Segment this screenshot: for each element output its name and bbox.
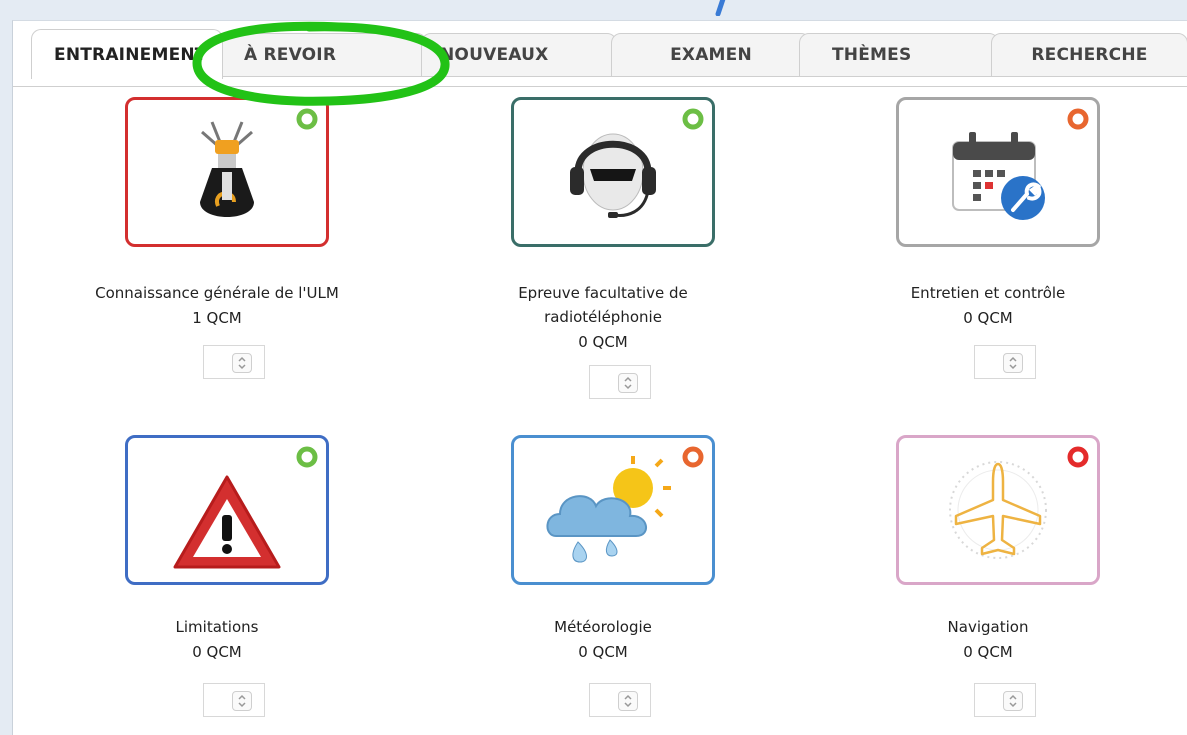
category-qcm-count: 0 QCM — [578, 333, 628, 351]
tab-themes[interactable]: THÈMES — [799, 33, 999, 77]
status-green-icon — [682, 108, 704, 130]
tab-label: ENTRAINEMENT — [54, 44, 207, 65]
tab-label: THÈMES — [832, 45, 912, 65]
category-title-line2: radiotéléphonie — [544, 308, 662, 326]
status-green-icon — [296, 108, 318, 130]
spinner-arrows-icon[interactable] — [232, 353, 252, 373]
headset-pilot-icon — [570, 133, 656, 218]
tab-entrainement[interactable]: ENTRAINEMENT — [31, 29, 223, 79]
category-qcm-count: 1 QCM — [192, 309, 242, 327]
category-tile[interactable] — [896, 97, 1100, 247]
engine-icon — [200, 121, 254, 217]
weather-icon — [546, 456, 671, 563]
category-qcm-count: 0 QCM — [963, 309, 1013, 327]
spinner-arrows-icon[interactable] — [618, 691, 638, 711]
spinner-arrows-icon[interactable] — [1003, 691, 1023, 711]
category-title: Navigation — [947, 618, 1029, 636]
status-orange-icon — [1067, 108, 1089, 130]
tab-label: EXAMEN — [670, 45, 752, 65]
tab-nouveaux[interactable]: NOUVEAUX — [421, 33, 617, 77]
compass-plane-icon — [949, 461, 1047, 559]
tab-a-revoir[interactable]: À REVOIR — [217, 33, 427, 77]
quantity-stepper[interactable] — [203, 345, 265, 379]
tab-label: RECHERCHE — [1031, 45, 1148, 65]
quantity-stepper[interactable] — [974, 345, 1036, 379]
quantity-stepper[interactable] — [589, 683, 651, 717]
category-tile[interactable] — [511, 97, 715, 247]
warning-icon — [173, 475, 281, 569]
category-tile[interactable] — [896, 435, 1100, 585]
calendar-wrench-icon — [952, 132, 1045, 220]
tab-underline — [13, 86, 1187, 87]
spinner-arrows-icon[interactable] — [1003, 353, 1023, 373]
category-tile[interactable] — [125, 97, 329, 247]
category-qcm-count: 0 QCM — [192, 643, 242, 661]
category-qcm-count: 0 QCM — [578, 643, 628, 661]
status-green-icon — [296, 446, 318, 468]
partial-blue-mark — [715, 0, 726, 16]
category-title: Limitations — [175, 618, 259, 636]
category-title: Epreuve facultative de — [518, 284, 688, 302]
spinner-arrows-icon[interactable] — [618, 373, 638, 393]
category-tile[interactable] — [125, 435, 329, 585]
tab-bar: ENTRAINEMENT À REVOIR NOUVEAUX EXAMEN TH… — [13, 29, 1187, 87]
tab-recherche[interactable]: RECHERCHE — [991, 33, 1187, 77]
quantity-stepper[interactable] — [203, 683, 265, 717]
spinner-arrows-icon[interactable] — [232, 691, 252, 711]
category-title: Météorologie — [554, 618, 652, 636]
tab-label: À REVOIR — [244, 45, 337, 65]
category-title: Entretien et contrôle — [910, 284, 1066, 302]
quantity-stepper[interactable] — [974, 683, 1036, 717]
tab-label: NOUVEAUX — [440, 45, 549, 65]
category-tile[interactable] — [511, 435, 715, 585]
status-red-icon — [1067, 446, 1089, 468]
category-qcm-count: 0 QCM — [963, 643, 1013, 661]
training-panel: ENTRAINEMENT À REVOIR NOUVEAUX EXAMEN TH… — [12, 20, 1187, 735]
category-title: Connaissance générale de l'ULM — [95, 284, 339, 302]
tab-examen[interactable]: EXAMEN — [611, 33, 811, 77]
quantity-stepper[interactable] — [589, 365, 651, 399]
